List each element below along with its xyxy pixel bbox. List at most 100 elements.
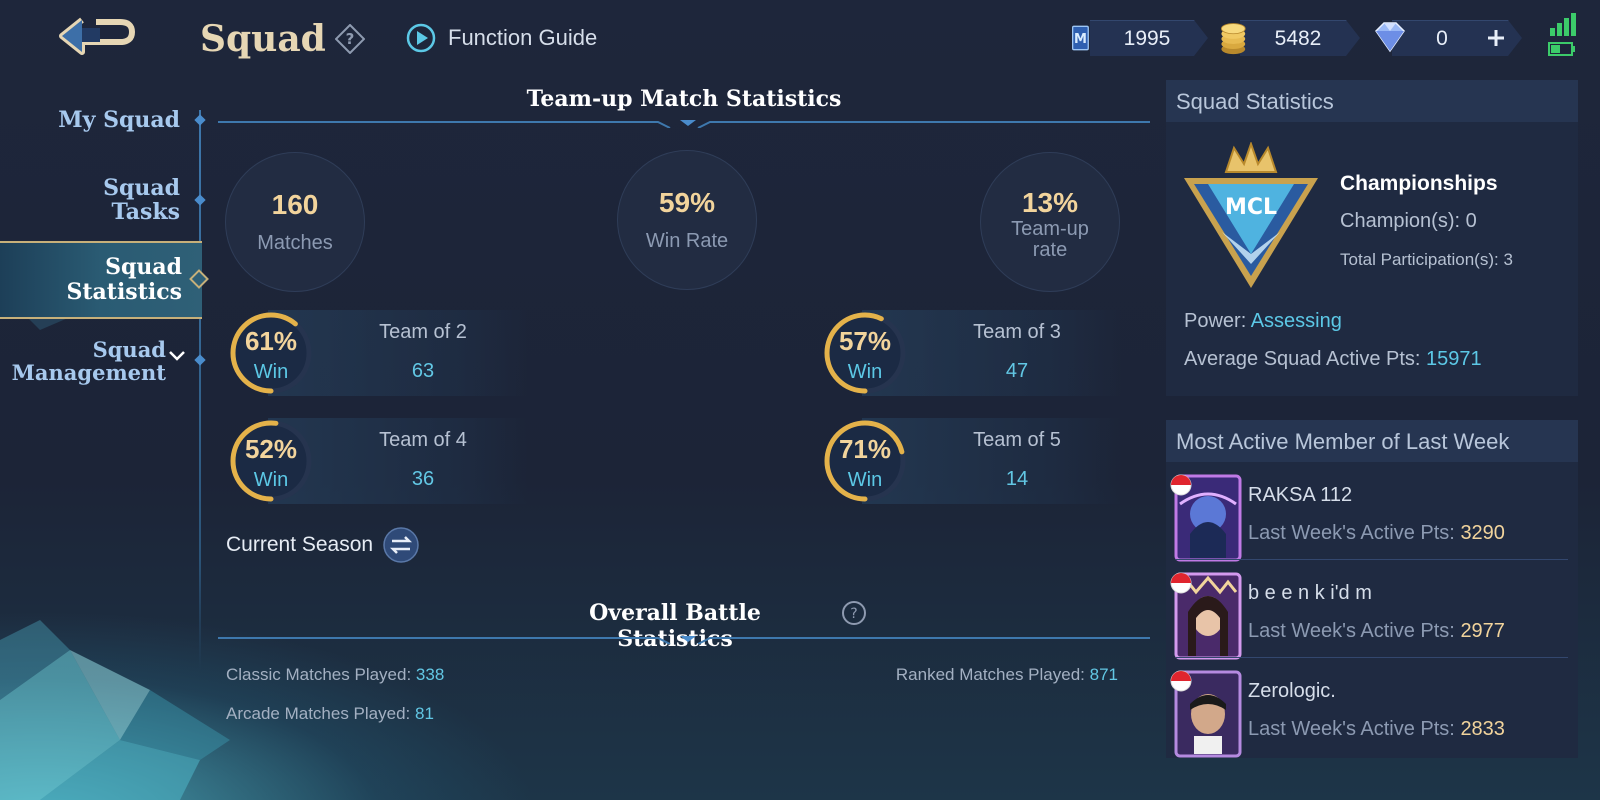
panel-heading: Squad Statistics — [1166, 80, 1578, 122]
team-win-label: Win — [847, 361, 883, 383]
team-match-count: 63 — [411, 360, 435, 382]
team-win-pct: 71% — [838, 434, 892, 464]
active-pts-label: Last Week's Active Pts: — [1248, 620, 1455, 642]
member-name: b e e n k i'd m — [1248, 582, 1372, 604]
team-size-label: Team of 4 — [379, 429, 467, 451]
sidebar-marker — [194, 194, 206, 206]
svg-text:?: ? — [346, 30, 355, 48]
win-rate-value: 59% — [658, 187, 716, 218]
average-active-pts-stat: Average Squad Active Pts: 15971 — [1184, 348, 1482, 371]
team-stat-card: 57% Win Team of 3 47 — [822, 310, 1122, 396]
flag-icon — [1170, 474, 1192, 496]
team-match-count: 14 — [1005, 468, 1029, 490]
average-active-pts-value: 15971 — [1426, 348, 1482, 370]
back-button[interactable] — [58, 12, 142, 60]
diamond-value: 0 — [1436, 27, 1448, 50]
ticket-counter[interactable]: 1995 M — [1072, 20, 1208, 56]
diamond-icon — [1375, 22, 1405, 53]
classic-matches-stat: Classic Matches Played: 338 — [226, 665, 444, 685]
member-active-pts: Last Week's Active Pts: 3290 — [1248, 522, 1505, 545]
team-stat-card: 52% Win Team of 4 36 — [228, 418, 528, 504]
help-icon[interactable]: ? — [335, 24, 365, 54]
help-icon[interactable]: ? — [841, 600, 867, 626]
member-name: Zerologic. — [1248, 680, 1336, 702]
member-active-pts: Last Week's Active Pts: 2833 — [1248, 718, 1505, 741]
power-value: Assessing — [1250, 310, 1342, 332]
team-match-count: 47 — [1005, 360, 1029, 382]
champion-count: Champion(s): 0 — [1340, 210, 1477, 232]
play-icon — [406, 23, 436, 53]
list-item[interactable]: b e e n k i'd m Last Week's Active Pts: … — [1166, 560, 1578, 660]
flag-icon — [1170, 670, 1192, 692]
sidebar-marker — [194, 114, 206, 126]
power-label: Power: — [1184, 310, 1247, 332]
heading-divider — [218, 636, 1150, 644]
teamup-rate-label: Team-up rate — [1011, 218, 1089, 261]
team-size-label: Team of 2 — [379, 321, 467, 343]
power-stat: Power: Assessing — [1184, 310, 1342, 333]
battery-icon — [1548, 42, 1575, 56]
matches-stat: 160 Matches — [225, 152, 365, 292]
active-pts-value: 3290 — [1460, 522, 1505, 544]
championships-title: Championships — [1340, 172, 1498, 195]
season-switch-button[interactable]: Current Season — [226, 527, 419, 563]
classic-matches-label: Classic Matches Played: — [226, 665, 412, 684]
add-diamond-icon[interactable] — [1486, 28, 1506, 48]
ranked-matches-label: Ranked Matches Played: — [895, 665, 1085, 684]
team-match-count: 36 — [411, 468, 435, 490]
active-pts-value: 2977 — [1460, 620, 1505, 642]
win-rate-label: Win Rate — [645, 230, 729, 252]
member-name: RAKSA 112 — [1248, 484, 1353, 506]
sidebar-item-label: Squad Statistics — [66, 254, 182, 305]
ticket-value: 1995 — [1123, 27, 1171, 50]
team-win-pct: 52% — [244, 434, 298, 464]
svg-text:M: M — [1074, 32, 1087, 47]
swap-icon — [383, 527, 419, 563]
squad-statistics-panel: Squad Statistics MCL Championships Champ… — [1166, 80, 1578, 396]
sidebar-item-squad-management[interactable]: Squad Management — [0, 338, 166, 384]
chevron-down-icon[interactable] — [168, 350, 186, 362]
teamup-rate-value: 13% — [1021, 187, 1079, 218]
flag-icon — [1170, 572, 1192, 594]
coins-icon — [1220, 23, 1246, 55]
ranked-matches-value: 871 — [1089, 665, 1118, 684]
sidebar-marker — [194, 354, 206, 366]
sidebar-item-my-squad[interactable]: My Squad — [58, 108, 180, 132]
active-pts-label: Last Week's Active Pts: — [1248, 718, 1455, 740]
team-win-pct: 61% — [244, 326, 298, 356]
season-label: Current Season — [226, 533, 374, 556]
member-active-pts: Last Week's Active Pts: 2977 — [1248, 620, 1505, 643]
team-stat-card: 61% Win Team of 2 63 — [228, 310, 528, 396]
team-win-label: Win — [253, 361, 289, 383]
page-title: Squad — [200, 18, 326, 60]
team-size-label: Team of 3 — [973, 321, 1061, 343]
matches-label: Matches — [257, 232, 333, 254]
teamup-heading: Team-up Match Statistics — [526, 86, 842, 112]
panel-heading: Most Active Member of Last Week — [1166, 420, 1578, 462]
active-pts-label: Last Week's Active Pts: — [1248, 522, 1455, 544]
function-guide-label: Function Guide — [448, 25, 598, 50]
most-active-panel: Most Active Member of Last Week RAKSA 11… — [1166, 420, 1578, 758]
diamond-counter[interactable]: 0 — [1374, 20, 1522, 56]
squad-screen: Squad ? Function Guide 1995 M 5482 0 My … — [0, 0, 1600, 800]
battle-points-value: 5482 — [1274, 27, 1322, 50]
team-win-label: Win — [253, 469, 289, 491]
mcl-emblem: MCL — [1184, 142, 1318, 288]
sidebar-item-squad-statistics[interactable]: Squad Statistics — [0, 241, 202, 319]
ticket-icon: M — [1072, 25, 1089, 51]
battle-points-counter[interactable]: 5482 — [1220, 20, 1360, 56]
arcade-matches-label: Arcade Matches Played: — [226, 704, 411, 723]
team-win-label: Win — [847, 469, 883, 491]
teamup-rate-stat: 13% Team-up rate — [980, 152, 1120, 292]
arcade-matches-stat: Arcade Matches Played: 81 — [226, 704, 434, 724]
heading-divider — [218, 120, 1150, 128]
overall-heading: Overall Battle Statistics — [589, 600, 761, 652]
sidebar-item-squad-tasks[interactable]: Squad Tasks — [60, 176, 180, 224]
matches-value: 160 — [271, 189, 319, 220]
list-item[interactable]: Zerologic. Last Week's Active Pts: 2833 — [1166, 658, 1578, 758]
team-size-label: Team of 5 — [973, 429, 1061, 451]
function-guide-button[interactable]: Function Guide — [406, 23, 597, 53]
team-stat-card: 71% Win Team of 5 14 — [822, 418, 1122, 504]
list-item[interactable]: RAKSA 112 Last Week's Active Pts: 3290 — [1166, 462, 1578, 562]
svg-text:?: ? — [850, 606, 857, 622]
